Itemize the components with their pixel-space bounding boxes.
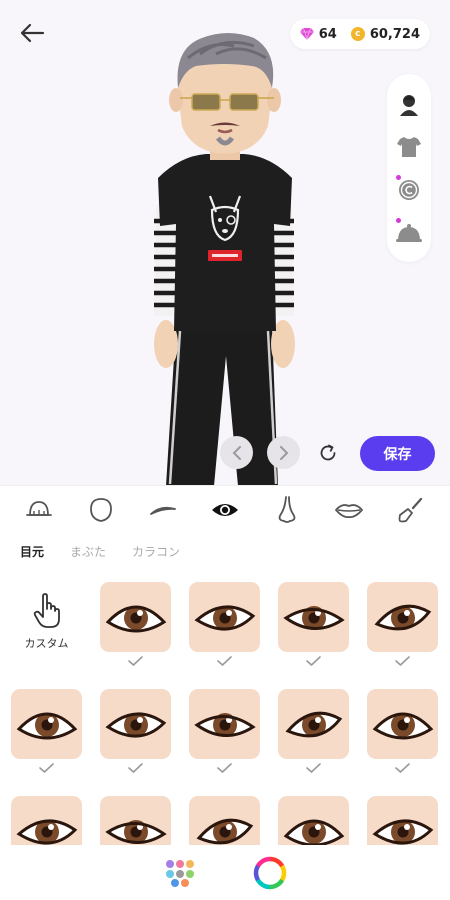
eye-style-thumbnail xyxy=(278,582,349,652)
subtab-eye-area[interactable]: 目元 xyxy=(20,543,44,560)
next-button[interactable] xyxy=(267,436,300,469)
category-nose[interactable] xyxy=(267,490,307,530)
category-hat[interactable] xyxy=(19,490,59,530)
eye-style-option[interactable] xyxy=(367,582,438,666)
eye-style-thumbnail xyxy=(100,689,171,759)
bell-icon xyxy=(396,223,422,242)
shirt-icon xyxy=(397,136,421,157)
category-eyebrow[interactable] xyxy=(143,490,183,530)
check-icon xyxy=(217,656,232,666)
check-icon xyxy=(395,763,410,773)
eye-style-thumbnail xyxy=(367,689,438,759)
eyebrow-icon xyxy=(150,506,176,515)
side-toolbar xyxy=(387,74,431,262)
face-icon xyxy=(90,497,112,522)
notification-dot xyxy=(396,217,401,223)
eye-style-thumbnail xyxy=(367,582,438,652)
back-button[interactable] xyxy=(14,18,50,48)
avatar-stage: 64 c 60,724 保存 xyxy=(0,0,450,485)
category-makeup[interactable] xyxy=(391,490,431,530)
avatar-figure xyxy=(154,33,295,485)
eye-style-option[interactable] xyxy=(367,689,438,773)
eye-style-option[interactable] xyxy=(278,582,349,666)
check-icon xyxy=(217,763,232,773)
category-face[interactable] xyxy=(81,490,121,530)
eye-style-option[interactable] xyxy=(100,796,171,845)
eye-style-thumbnail xyxy=(100,796,171,845)
reset-button[interactable] xyxy=(312,437,344,469)
eye-style-thumbnail xyxy=(189,582,260,652)
eye-style-option[interactable] xyxy=(367,796,438,845)
eye-icon xyxy=(212,503,238,516)
eye-style-grid xyxy=(0,580,450,845)
eye-style-thumbnail xyxy=(11,796,82,845)
copyright-icon xyxy=(399,179,419,200)
subtab-eyelid[interactable]: まぶた xyxy=(70,543,106,560)
eye-style-option[interactable] xyxy=(11,796,82,845)
side-shirt-button[interactable] xyxy=(394,132,424,162)
bottom-bar xyxy=(0,845,450,900)
eye-style-option[interactable] xyxy=(189,689,260,773)
previous-button[interactable] xyxy=(220,436,253,469)
check-icon xyxy=(306,656,321,666)
color-picker-button[interactable] xyxy=(253,856,287,890)
back-arrow-icon xyxy=(20,23,45,43)
hat-icon xyxy=(26,500,52,516)
palette-button[interactable] xyxy=(163,856,197,890)
eye-style-thumbnail xyxy=(278,796,349,845)
eye-style-option[interactable] xyxy=(11,689,82,773)
subtab-bar: 目元 まぶた カラコン xyxy=(20,543,206,560)
category-eye[interactable] xyxy=(205,490,245,530)
side-copyright-button[interactable] xyxy=(394,174,424,205)
save-button[interactable]: 保存 xyxy=(360,436,435,471)
eye-style-thumbnail xyxy=(11,689,82,759)
avatar-icon xyxy=(400,94,418,116)
check-icon xyxy=(128,763,143,773)
eye-style-option[interactable] xyxy=(189,796,260,845)
palette-dots-icon xyxy=(166,859,194,887)
check-icon xyxy=(128,656,143,666)
lips-icon xyxy=(335,503,363,518)
brush-icon xyxy=(398,497,423,522)
eye-style-option[interactable] xyxy=(278,689,349,773)
side-bell-button[interactable] xyxy=(394,217,424,248)
check-icon xyxy=(39,763,54,773)
subtab-color-contacts[interactable]: カラコン xyxy=(132,543,180,560)
category-bar xyxy=(0,485,450,533)
eye-style-thumbnail xyxy=(367,796,438,845)
currency-balance[interactable]: 64 c 60,724 xyxy=(289,19,430,49)
check-icon xyxy=(306,763,321,773)
eye-style-thumbnail xyxy=(278,689,349,759)
eye-style-thumbnail xyxy=(100,582,171,652)
color-wheel-icon xyxy=(253,856,287,889)
chevron-right-icon xyxy=(279,445,288,460)
gem-count: 64 xyxy=(318,26,337,42)
eye-style-thumbnail xyxy=(189,689,260,759)
eye-style-thumbnail xyxy=(189,796,260,845)
check-icon xyxy=(395,656,410,666)
nose-icon xyxy=(278,495,296,523)
refresh-icon xyxy=(320,444,336,461)
eye-style-option[interactable] xyxy=(100,582,171,666)
notification-dot xyxy=(396,174,401,180)
side-avatar-button[interactable] xyxy=(394,89,424,119)
eye-style-option[interactable] xyxy=(100,689,171,773)
eye-style-option[interactable] xyxy=(278,796,349,845)
eye-style-option[interactable] xyxy=(189,582,260,666)
coin-icon: c xyxy=(350,27,365,41)
category-lips[interactable] xyxy=(329,490,369,530)
chevron-left-icon xyxy=(232,445,241,460)
coin-count: 60,724 xyxy=(369,26,420,42)
